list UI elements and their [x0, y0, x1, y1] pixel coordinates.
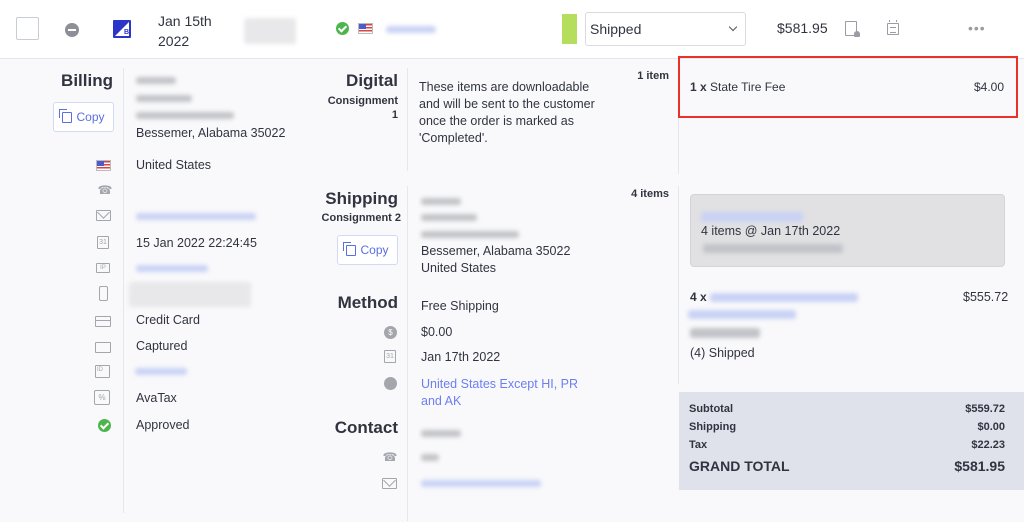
contact-name-redacted: [421, 430, 461, 437]
billing-city: Bessemer, Alabama 35022: [136, 126, 286, 140]
shipment-details-redacted: [703, 244, 843, 253]
ip-address-icon: IP: [96, 263, 110, 273]
status-color-indicator: [562, 14, 577, 44]
shipping-item-quantity: 4 x: [690, 290, 707, 304]
select-checkbox[interactable]: [16, 17, 39, 40]
billing-heading: Billing: [61, 71, 113, 90]
digital-consignment-label: Consignment 1: [327, 95, 398, 121]
tax-row: Tax $22.23: [689, 439, 1005, 451]
shipping-consignment-label: Consignment 2: [321, 212, 401, 224]
item-price: $4.00: [973, 80, 1004, 94]
channel-logo-icon: B: [113, 20, 131, 38]
shipping-country: United States: [421, 261, 497, 275]
approved-check-icon: [98, 419, 111, 432]
calendar-icon: 31: [97, 236, 109, 249]
shipping-company-redacted: [421, 214, 477, 221]
order-id-redacted: [244, 18, 296, 44]
email-icon: [382, 478, 397, 489]
copy-billing-button[interactable]: Copy: [53, 102, 114, 132]
shipping-method-name: Free Shipping: [421, 299, 499, 313]
chevron-down-icon: [728, 22, 738, 32]
tax-provider: AvaTax: [136, 391, 177, 405]
billing-street-redacted: [136, 112, 234, 119]
product-name-link[interactable]: [710, 293, 858, 302]
shipping-heading: Shipping: [325, 189, 398, 208]
digital-item-count: 1 item: [637, 70, 669, 82]
copy-shipping-button[interactable]: Copy: [337, 235, 398, 265]
payment-status-icon: [95, 342, 111, 353]
shipping-total-row: Shipping $0.00: [689, 421, 1005, 433]
contact-email-link[interactable]: [421, 480, 541, 487]
contact-heading: Contact: [334, 418, 398, 437]
copy-icon: [343, 241, 357, 256]
method-heading: Method: [337, 293, 398, 312]
shipping-city: Bessemer, Alabama 35022: [421, 244, 571, 258]
order-status-select[interactable]: Shipped: [585, 12, 746, 46]
us-flag-icon: [358, 23, 373, 34]
order-totals: Subtotal $559.72 Shipping $0.00 Tax $22.23 …: [679, 392, 1024, 490]
shipment-summary: 4 items @ Jan 17th 2022: [701, 224, 841, 238]
more-actions-icon[interactable]: •••: [968, 21, 986, 35]
payment-status: Captured: [136, 339, 188, 353]
order-datetime: 15 Jan 2022 22:24:45: [136, 236, 257, 250]
phone-icon: [382, 450, 398, 464]
order-total: $581.95: [777, 20, 828, 36]
collapse-icon[interactable]: [65, 23, 79, 37]
grand-total-row: GRAND TOTAL $581.95: [689, 458, 1005, 474]
digital-divider: [407, 68, 408, 171]
customer-name-link[interactable]: [386, 26, 436, 33]
digital-heading: Digital: [346, 71, 398, 90]
subtotal-row: Subtotal $559.72: [689, 403, 1005, 415]
tax-icon: %: [94, 390, 110, 405]
calendar-icon[interactable]: [887, 20, 899, 35]
shipping-name-redacted: [421, 198, 461, 205]
items-divider: [678, 118, 679, 174]
product-sku-redacted: [690, 328, 760, 338]
shipping-date: Jan 17th 2022: [421, 350, 501, 364]
credit-card-icon: [95, 316, 111, 327]
calendar-icon: 31: [384, 350, 396, 363]
billing-country: United States: [136, 158, 212, 172]
billing-divider: [123, 68, 124, 513]
shipment-card: 4 items @ Jan 17th 2022: [690, 194, 1005, 267]
shipping-divider: [407, 186, 408, 521]
device-icon: [99, 286, 108, 301]
tracking-link[interactable]: [701, 212, 803, 222]
shipping-street-redacted: [421, 231, 519, 238]
contact-phone-redacted: [421, 454, 439, 461]
order-date: Jan 15th 2022: [158, 13, 212, 49]
globe-icon: [384, 377, 397, 390]
shipping-item-price: $555.72: [963, 290, 1009, 304]
digital-item-row: 1 x State Tire Fee $4.00: [678, 56, 1018, 118]
order-row: B Jan 15th 2022 Shipped $581.95 •••: [0, 0, 1024, 59]
shipping-zone-link[interactable]: United States Except HI, PR and AK: [421, 376, 578, 410]
shipping-items-divider: [678, 186, 679, 384]
shipping-cost: $0.00: [421, 325, 453, 339]
billing-name-redacted: [136, 77, 176, 84]
payment-method: Credit Card: [136, 313, 200, 327]
ip-address-link[interactable]: [136, 265, 208, 272]
dollar-icon: $: [384, 326, 397, 339]
item-name: State Tire Fee: [710, 80, 786, 94]
fraud-status: Approved: [136, 418, 190, 432]
email-icon: [96, 210, 111, 221]
customer-document-icon[interactable]: [845, 21, 860, 37]
product-variant-link[interactable]: [688, 310, 796, 319]
us-flag-icon: [96, 160, 111, 171]
phone-icon: [97, 183, 113, 197]
billing-company-redacted: [136, 95, 192, 102]
digital-message: These items are downloadable and will be…: [419, 80, 595, 145]
copy-icon: [59, 108, 73, 123]
transaction-id-icon: ID: [95, 365, 110, 378]
transaction-id-link[interactable]: [135, 368, 187, 375]
shipping-item-count: 4 items: [631, 188, 669, 200]
shipping-item-status: (4) Shipped: [690, 346, 755, 360]
device-info-redacted: [129, 282, 251, 307]
billing-email-link[interactable]: [136, 213, 256, 220]
item-quantity: 1 x: [690, 80, 707, 94]
verified-check-icon: [336, 22, 349, 35]
